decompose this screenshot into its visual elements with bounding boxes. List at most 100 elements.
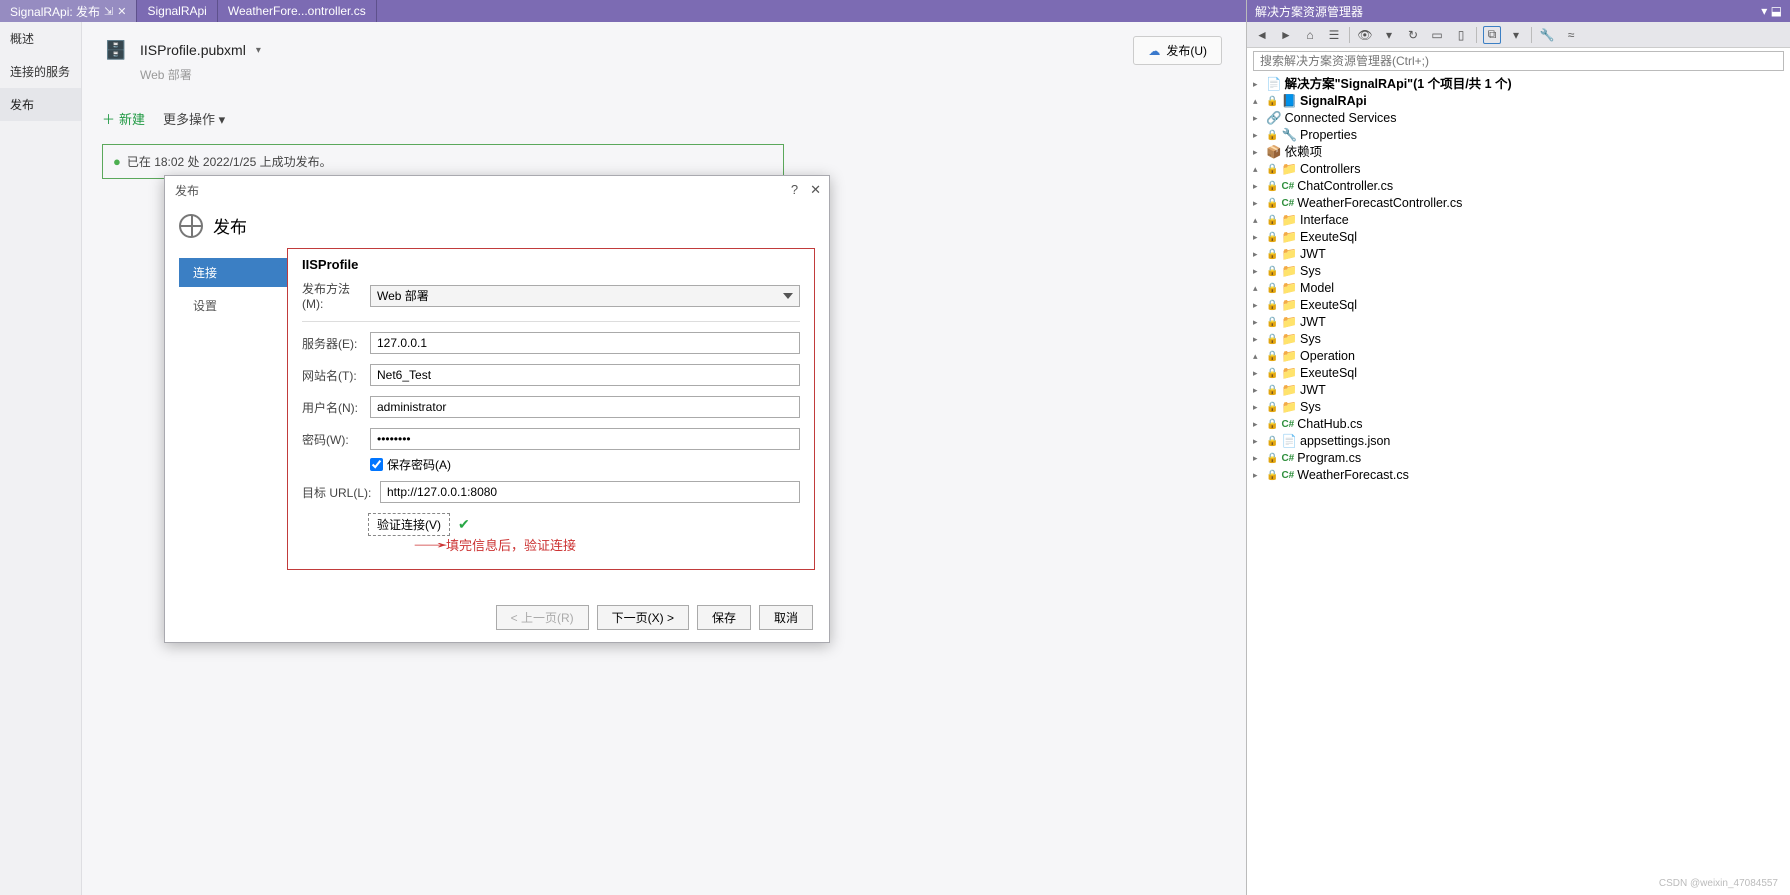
save-password-checkbox[interactable]	[370, 458, 383, 471]
tree-md-jwt[interactable]: JWT	[1300, 314, 1326, 331]
pin-icon[interactable]: ⬓	[1771, 4, 1782, 18]
side-conn[interactable]: 连接	[179, 258, 287, 287]
annotation-text: 填完信息后，验证连接	[446, 535, 576, 554]
sx-search-input[interactable]	[1253, 51, 1784, 71]
tree-md-exesql[interactable]: ExeuteSql	[1300, 297, 1357, 314]
status-text: 已在 18:02 处 2022/1/25 上成功发布。	[127, 153, 332, 170]
username-input[interactable]	[370, 396, 800, 418]
dialog-heading: 发布	[213, 213, 247, 238]
prev-button: < 上一页(R)	[496, 605, 589, 630]
server-icon: 🗄️	[102, 36, 130, 64]
label-server: 服务器(E):	[302, 335, 364, 352]
tree-chatctrl[interactable]: ChatController.cs	[1297, 178, 1393, 195]
dialog-title: 发布	[165, 176, 829, 205]
nav-overview[interactable]: 概述	[0, 22, 81, 55]
tab-label: WeatherFore...ontroller.cs	[228, 4, 366, 18]
tree-md-sys[interactable]: Sys	[1300, 331, 1321, 348]
solution-node[interactable]: 解决方案"SignalRApi"(1 个项目/共 1 个)	[1285, 76, 1512, 93]
next-button[interactable]: 下一页(X) >	[597, 605, 689, 630]
doc-icon[interactable]: ▯	[1452, 26, 1470, 44]
chevron-down-icon[interactable]: ▾	[1380, 26, 1398, 44]
tree-appsettings[interactable]: appsettings.json	[1300, 433, 1390, 450]
sx-search	[1247, 48, 1790, 74]
success-icon: ●	[113, 154, 121, 169]
tab-weatherforecast[interactable]: WeatherFore...ontroller.cs	[218, 0, 377, 22]
tab-label: SignalRApi: 发布	[10, 3, 100, 20]
label-method: 发布方法(M):	[302, 280, 364, 311]
tree-connected[interactable]: Connected Services	[1285, 110, 1397, 127]
tree-controllers[interactable]: Controllers	[1300, 161, 1360, 178]
solution-explorer: 解决方案资源管理器 ▾ ⬓ ◄ ► ⌂ ☰ 👁 ▾ ↻ ▭ ▯ ⧉ ▾ 🔧 ≈ …	[1246, 0, 1790, 895]
publish-method-select[interactable]: Web 部署	[370, 285, 800, 307]
nav-connected-services[interactable]: 连接的服务	[0, 55, 81, 88]
home-icon[interactable]: ⌂	[1301, 26, 1319, 44]
save-button[interactable]: 保存	[697, 605, 751, 630]
publish-button[interactable]: ☁ 发布(U)	[1133, 36, 1222, 65]
tree-chathub[interactable]: ChatHub.cs	[1297, 416, 1362, 433]
more-actions-dropdown[interactable]: 更多操作 ▾	[163, 109, 225, 128]
close-icon[interactable]: ✕	[117, 5, 126, 18]
verify-success-icon: ✔	[458, 516, 470, 533]
tree-deps[interactable]: 依赖项	[1285, 144, 1323, 161]
scope-icon[interactable]: ☰	[1325, 26, 1343, 44]
tree-weatherforecast[interactable]: WeatherForecast.cs	[1297, 467, 1409, 484]
solution-tree[interactable]: ▸📄解决方案"SignalRApi"(1 个项目/共 1 个) ▴🔒📘Signa…	[1247, 74, 1790, 484]
dialog-side-nav: 连接 设置	[179, 248, 287, 570]
profile-filename: IISProfile.pubxml	[140, 42, 246, 58]
new-label: 新建	[119, 109, 145, 128]
form-section-title: IISProfile	[302, 257, 800, 272]
new-profile-button[interactable]: ＋ 新建	[102, 109, 145, 128]
label-url: 目标 URL(L):	[302, 484, 374, 501]
tree-op-jwt[interactable]: JWT	[1300, 382, 1326, 399]
publish-status: ● 已在 18:02 处 2022/1/25 上成功发布。	[102, 144, 784, 179]
password-input[interactable]	[370, 428, 800, 450]
tree-interface[interactable]: Interface	[1300, 212, 1349, 229]
profile-type: Web 部署	[140, 66, 1226, 83]
tree-op-exesql[interactable]: ExeuteSql	[1300, 365, 1357, 382]
chevron-down-icon[interactable]: ▾	[1761, 4, 1767, 18]
annotation-arrow-icon: →	[404, 532, 458, 553]
tree-if-sys[interactable]: Sys	[1300, 263, 1321, 280]
connection-form: IISProfile 发布方法(M): Web 部署 服务器(E): 网站名(T…	[287, 248, 815, 570]
more-label: 更多操作	[163, 112, 215, 127]
site-input[interactable]	[370, 364, 800, 386]
nav-publish[interactable]: 发布	[0, 88, 81, 121]
publish-dialog: 发布 ? ✕ 发布 连接 设置 IISProfile 发布方法(M):	[164, 175, 830, 643]
tree-model[interactable]: Model	[1300, 280, 1334, 297]
label-site: 网站名(T):	[302, 367, 364, 384]
show-all-icon[interactable]: ⧉	[1483, 26, 1501, 44]
publish-pane: 🗄️ IISProfile.pubxml ▾ Web 部署 ☁ 发布(U) ＋ …	[82, 22, 1246, 895]
publish-button-label: 发布(U)	[1166, 42, 1207, 59]
refresh-icon[interactable]: ↻	[1404, 26, 1422, 44]
tree-if-exesql[interactable]: ExeuteSql	[1300, 229, 1357, 246]
wrench-icon[interactable]: 🔧	[1538, 26, 1556, 44]
side-settings[interactable]: 设置	[179, 291, 287, 320]
tab-signalrapi[interactable]: SignalRApi	[137, 0, 217, 22]
tree-operation[interactable]: Operation	[1300, 348, 1355, 365]
collapse-icon[interactable]: ▭	[1428, 26, 1446, 44]
eye-icon[interactable]: 👁	[1356, 26, 1374, 44]
server-input[interactable]	[370, 332, 800, 354]
tree-if-jwt[interactable]: JWT	[1300, 246, 1326, 263]
pin-icon[interactable]: ⇲	[104, 5, 113, 18]
cancel-button[interactable]: 取消	[759, 605, 813, 630]
tree-properties[interactable]: Properties	[1300, 127, 1357, 144]
help-icon[interactable]: ?	[791, 182, 798, 198]
save-password-label: 保存密码(A)	[387, 456, 451, 473]
filter-icon[interactable]: ≈	[1562, 26, 1580, 44]
close-icon[interactable]: ✕	[810, 182, 821, 198]
tab-publish[interactable]: SignalRApi: 发布 ⇲ ✕	[0, 0, 137, 22]
solution-explorer-title: 解决方案资源管理器 ▾ ⬓	[1247, 0, 1790, 22]
tab-label: SignalRApi	[147, 4, 206, 18]
label-pass: 密码(W):	[302, 431, 364, 448]
profile-dropdown-icon[interactable]: ▾	[256, 45, 261, 56]
globe-icon	[179, 214, 203, 238]
tree-program[interactable]: Program.cs	[1297, 450, 1361, 467]
tree-weatherctrl[interactable]: WeatherForecastController.cs	[1297, 195, 1462, 212]
chevron-down-icon[interactable]: ▾	[1507, 26, 1525, 44]
back-icon[interactable]: ◄	[1253, 26, 1271, 44]
project-node[interactable]: SignalRApi	[1300, 93, 1367, 110]
tree-op-sys[interactable]: Sys	[1300, 399, 1321, 416]
forward-icon[interactable]: ►	[1277, 26, 1295, 44]
target-url-input[interactable]	[380, 481, 800, 503]
